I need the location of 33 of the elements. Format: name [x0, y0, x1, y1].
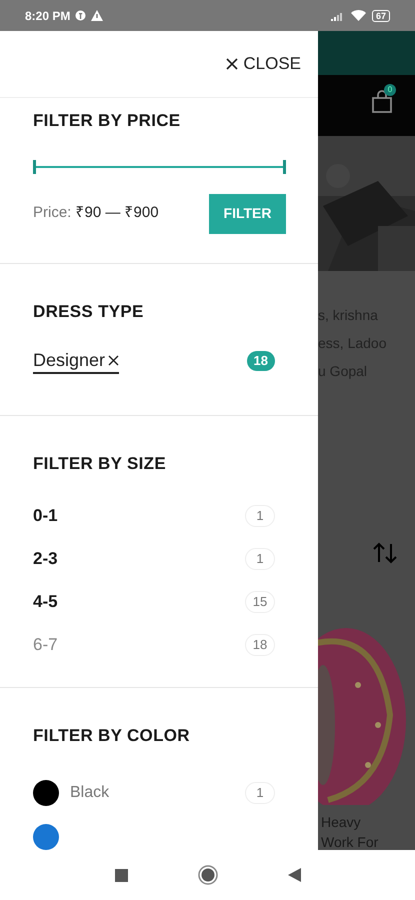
count-badge: 1	[245, 548, 275, 570]
count-badge: 1	[245, 504, 275, 527]
count-badge: 18	[245, 634, 275, 656]
home-icon[interactable]	[198, 865, 218, 885]
wifi-icon	[350, 10, 366, 21]
count-badge: 1	[245, 782, 275, 804]
color-swatch[interactable]	[33, 824, 59, 850]
size-option[interactable]: 2-3	[33, 546, 58, 572]
price-range-text: Price: ₹90 — ₹900	[33, 203, 159, 224]
price-slider-range[interactable]	[33, 160, 286, 174]
count-badge: 18	[246, 351, 275, 372]
count-badge: 15	[245, 590, 275, 613]
back-icon[interactable]	[288, 868, 300, 882]
section-title: DRESS TYPE	[33, 300, 145, 323]
size-option[interactable]: 0-1	[33, 502, 58, 528]
notification-icon	[75, 10, 86, 21]
size-option[interactable]: 4-5	[33, 588, 58, 614]
section-title: FILTER BY COLOR	[33, 724, 191, 746]
close-button[interactable]: CLOSE	[226, 51, 301, 77]
battery-icon: 67	[372, 10, 390, 22]
active-filter-chip[interactable]: Designer	[33, 348, 120, 374]
color-swatch[interactable]	[33, 780, 59, 806]
section-title: FILTER BY SIZE	[33, 452, 167, 475]
recents-icon[interactable]	[114, 868, 128, 882]
status-time: 8:20 PM	[25, 8, 70, 24]
section-title: FILTER BY PRICE	[33, 110, 182, 132]
signal-icon	[330, 10, 345, 21]
warning-icon	[91, 10, 104, 21]
color-option[interactable]: Black	[70, 781, 110, 805]
cart-count-badge: 0	[384, 84, 396, 96]
remove-icon	[108, 354, 120, 366]
close-icon	[226, 58, 238, 70]
size-option[interactable]: 6-7	[33, 632, 58, 658]
